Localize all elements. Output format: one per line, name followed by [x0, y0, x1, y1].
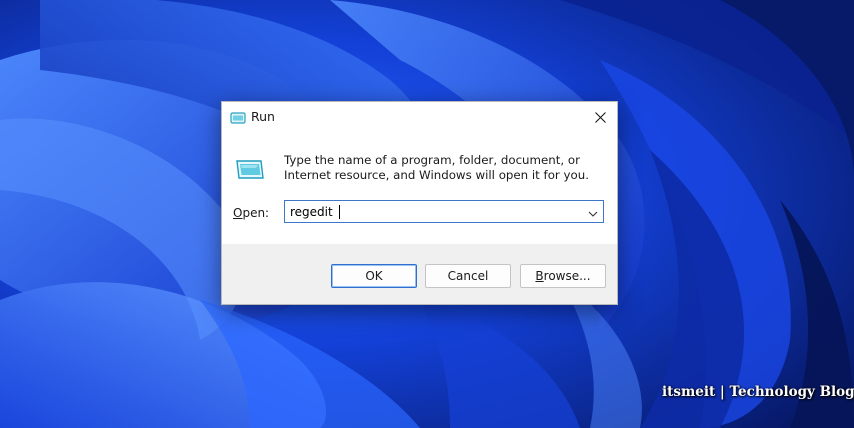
close-button[interactable]: [583, 102, 617, 132]
run-icon: [230, 110, 246, 124]
ok-button[interactable]: OK: [331, 264, 417, 288]
dialog-footer: OK Cancel Browse...: [222, 244, 617, 304]
text-caret: [339, 205, 340, 219]
dialog-title: Run: [251, 109, 275, 124]
run-dialog: Run Type the name of a program, folder, …: [221, 101, 618, 305]
open-combobox[interactable]: regedit: [284, 200, 604, 223]
run-icon: [234, 156, 266, 184]
title-bar[interactable]: Run: [222, 102, 617, 132]
dialog-description: Type the name of a program, folder, docu…: [284, 153, 589, 182]
dropdown-button[interactable]: [585, 201, 601, 222]
open-input[interactable]: regedit: [290, 205, 333, 219]
cancel-button[interactable]: Cancel: [425, 264, 511, 288]
open-label: Open:: [233, 206, 270, 220]
watermark-text: itsmeit | Technology Blogs: [662, 384, 854, 400]
close-icon: [594, 108, 606, 127]
dialog-body: Type the name of a program, folder, docu…: [222, 132, 617, 244]
chevron-down-icon: [588, 202, 598, 221]
browse-button[interactable]: Browse...: [520, 264, 606, 288]
